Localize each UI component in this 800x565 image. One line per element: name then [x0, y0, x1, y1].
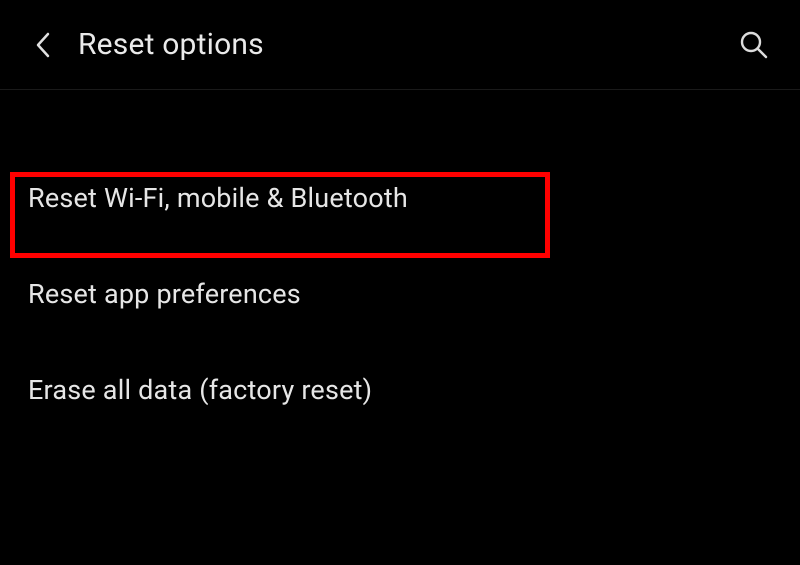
- page-title: Reset options: [78, 27, 264, 62]
- search-button[interactable]: [736, 27, 772, 63]
- list-item-label: Erase all data (factory reset): [28, 374, 372, 406]
- back-button[interactable]: [28, 30, 58, 60]
- chevron-left-icon: [35, 31, 51, 59]
- search-icon: [739, 30, 769, 60]
- reset-wifi-mobile-bluetooth[interactable]: Reset Wi-Fi, mobile & Bluetooth: [0, 152, 800, 248]
- erase-all-data[interactable]: Erase all data (factory reset): [0, 344, 800, 440]
- list-item-label: Reset Wi-Fi, mobile & Bluetooth: [28, 182, 408, 214]
- options-list: Reset Wi-Fi, mobile & Bluetooth Reset ap…: [0, 90, 800, 440]
- list-item-label: Reset app preferences: [28, 278, 301, 310]
- reset-app-preferences[interactable]: Reset app preferences: [0, 248, 800, 344]
- header: Reset options: [0, 0, 800, 90]
